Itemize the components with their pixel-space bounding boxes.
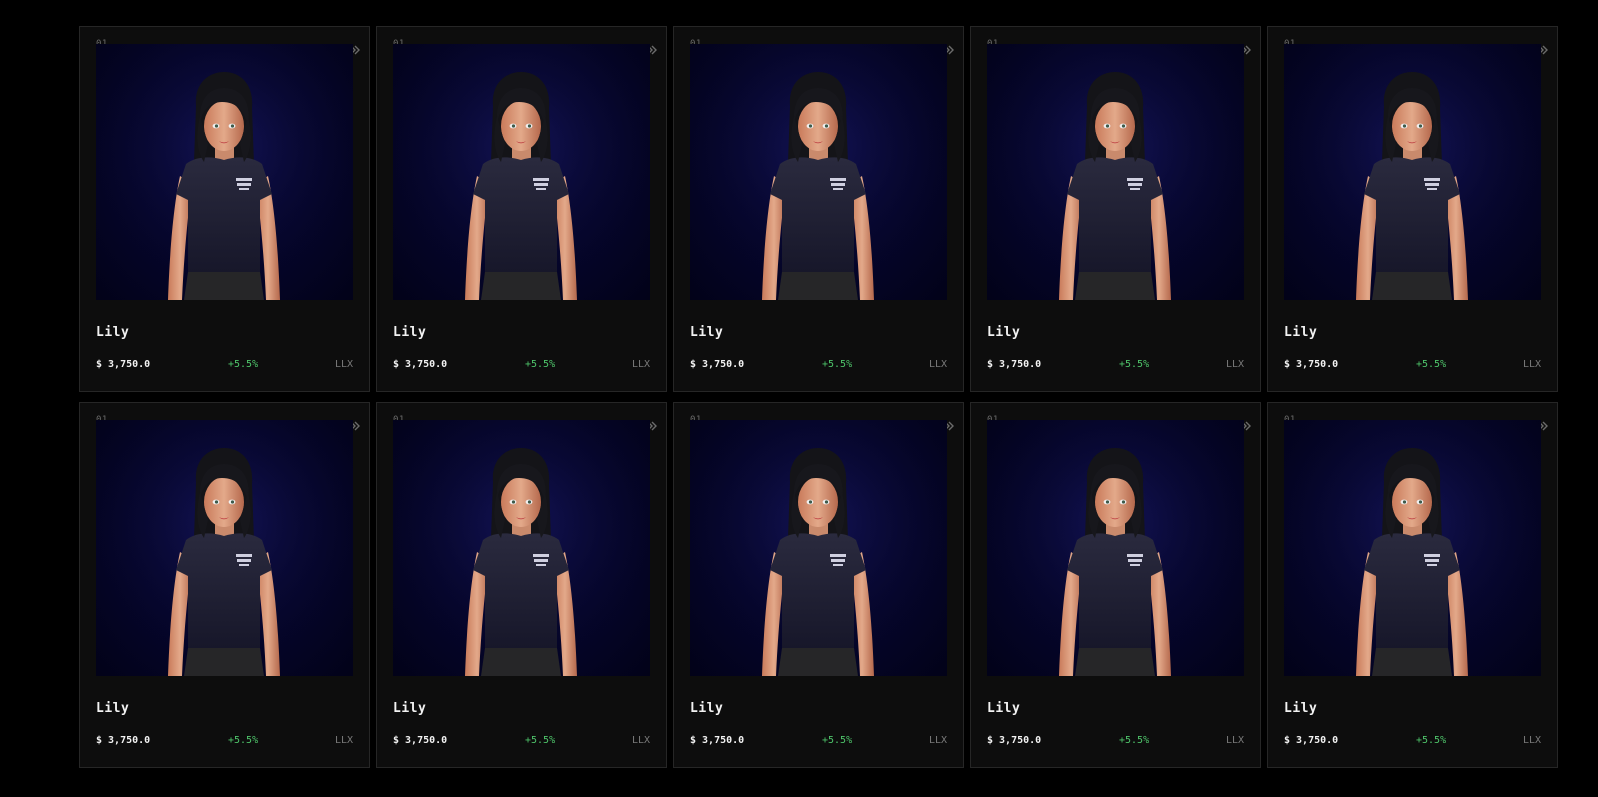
- card-price: $ 3,750.0: [1284, 359, 1339, 370]
- card-title: Lily: [690, 325, 724, 340]
- card-title: Lily: [690, 701, 724, 716]
- card-change: +5.5%: [228, 735, 259, 746]
- avatar-image: [690, 44, 947, 300]
- avatar-image: [393, 44, 650, 300]
- card-change: +5.5%: [1416, 735, 1447, 746]
- card-price: $ 3,750.0: [987, 359, 1042, 370]
- avatar-card[interactable]: 01: [1267, 26, 1558, 392]
- card-change: +5.5%: [1119, 359, 1150, 370]
- avatar-card[interactable]: 01: [79, 26, 370, 392]
- avatar-card[interactable]: 01: [79, 402, 370, 768]
- avatar-image: [1284, 420, 1541, 676]
- card-ticker: LLX: [631, 359, 650, 370]
- avatar-image: [1284, 44, 1541, 300]
- card-ticker: LLX: [334, 359, 353, 370]
- card-price: $ 3,750.0: [96, 735, 151, 746]
- avatar-card-grid: 01: [79, 26, 1558, 768]
- card-price: $ 3,750.0: [690, 359, 745, 370]
- card-change: +5.5%: [1119, 735, 1150, 746]
- card-change: +5.5%: [1416, 359, 1447, 370]
- card-title: Lily: [393, 701, 427, 716]
- card-change: +5.5%: [822, 735, 853, 746]
- card-title: Lily: [393, 325, 427, 340]
- card-price: $ 3,750.0: [393, 735, 448, 746]
- avatar-card[interactable]: 01: [970, 26, 1261, 392]
- card-ticker: LLX: [1522, 359, 1541, 370]
- card-price: $ 3,750.0: [690, 735, 745, 746]
- avatar-card[interactable]: 01: [1267, 402, 1558, 768]
- avatar-image: [987, 44, 1244, 300]
- card-price: $ 3,750.0: [96, 359, 151, 370]
- card-price: $ 3,750.0: [987, 735, 1042, 746]
- card-ticker: LLX: [928, 735, 947, 746]
- avatar-image: [96, 420, 353, 676]
- card-title: Lily: [96, 701, 130, 716]
- card-title: Lily: [987, 701, 1021, 716]
- card-ticker: LLX: [1522, 735, 1541, 746]
- card-title: Lily: [1284, 701, 1318, 716]
- card-price: $ 3,750.0: [393, 359, 448, 370]
- avatar-image: [96, 44, 353, 300]
- card-ticker: LLX: [1225, 359, 1244, 370]
- avatar-card[interactable]: 01: [376, 26, 667, 392]
- card-change: +5.5%: [525, 735, 556, 746]
- card-ticker: LLX: [631, 735, 650, 746]
- card-change: +5.5%: [822, 359, 853, 370]
- card-price: $ 3,750.0: [1284, 735, 1339, 746]
- card-change: +5.5%: [525, 359, 556, 370]
- card-change: +5.5%: [228, 359, 259, 370]
- avatar-card[interactable]: 01: [970, 402, 1261, 768]
- avatar-card[interactable]: 01: [673, 402, 964, 768]
- avatar-image: [690, 420, 947, 676]
- card-title: Lily: [96, 325, 130, 340]
- card-ticker: LLX: [1225, 735, 1244, 746]
- card-title: Lily: [987, 325, 1021, 340]
- avatar-image: [393, 420, 650, 676]
- avatar-card[interactable]: 01: [673, 26, 964, 392]
- card-ticker: LLX: [928, 359, 947, 370]
- avatar-image: [987, 420, 1244, 676]
- card-title: Lily: [1284, 325, 1318, 340]
- card-ticker: LLX: [334, 735, 353, 746]
- avatar-card[interactable]: 01: [376, 402, 667, 768]
